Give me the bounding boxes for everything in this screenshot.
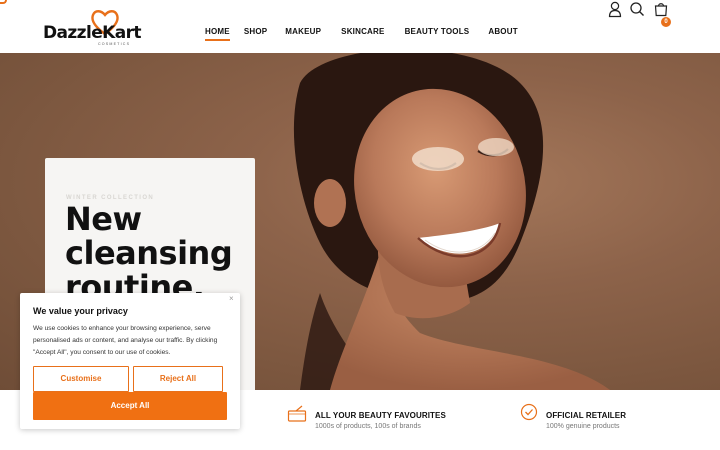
customise-button[interactable]: Customise [33, 366, 129, 392]
shopping-bag-icon[interactable] [653, 0, 669, 18]
user-icon[interactable] [607, 0, 623, 18]
feature-title: OFFICIAL RETAILER [546, 411, 627, 420]
hero-title-line: cleansing [65, 234, 233, 272]
site-header: DazzleKart COSMETICS HOME SHOP MAKEUP SK… [0, 0, 720, 53]
nav-item-beauty-tools[interactable]: BEAUTY TOOLS [405, 27, 470, 36]
nav-item-about[interactable]: ABOUT [488, 27, 517, 36]
cosmetics-box-icon [287, 405, 307, 422]
cookie-description: We use cookies to enhance your browsing … [33, 325, 218, 356]
feature-subtitle: 1000s of products, 100s of brands [315, 423, 421, 430]
close-icon[interactable]: × [229, 294, 234, 304]
brand-name: DazzleKart [43, 23, 141, 43]
nav-item-makeup[interactable]: MAKEUP [285, 27, 321, 36]
brand-tagline: COSMETICS [98, 42, 131, 46]
nav-item-skincare[interactable]: SKINCARE [341, 27, 384, 36]
cookie-title: We value your privacy [33, 306, 128, 316]
main-nav: HOME SHOP MAKEUP SKINCARE BEAUTY TOOLS A… [205, 24, 518, 41]
corner-accent [0, 0, 7, 4]
nav-item-home[interactable]: HOME [205, 27, 230, 41]
hero-title: New cleansing routine. [65, 202, 250, 304]
verified-badge-icon [520, 403, 538, 421]
cart-count-badge: 0 [661, 17, 671, 27]
feature-title: ALL YOUR BEAUTY FAVOURITES [315, 411, 446, 420]
reject-all-button[interactable]: Reject All [133, 366, 223, 392]
cookie-consent-banner: × We value your privacy We use cookies t… [20, 293, 240, 429]
feature-subtitle: 100% genuine products [546, 423, 620, 430]
search-icon[interactable] [629, 0, 645, 18]
hero-title-line: New [65, 200, 142, 238]
brand-logo[interactable]: DazzleKart COSMETICS [43, 8, 141, 46]
accept-all-button[interactable]: Accept All [33, 392, 227, 420]
nav-item-shop[interactable]: SHOP [244, 27, 267, 36]
